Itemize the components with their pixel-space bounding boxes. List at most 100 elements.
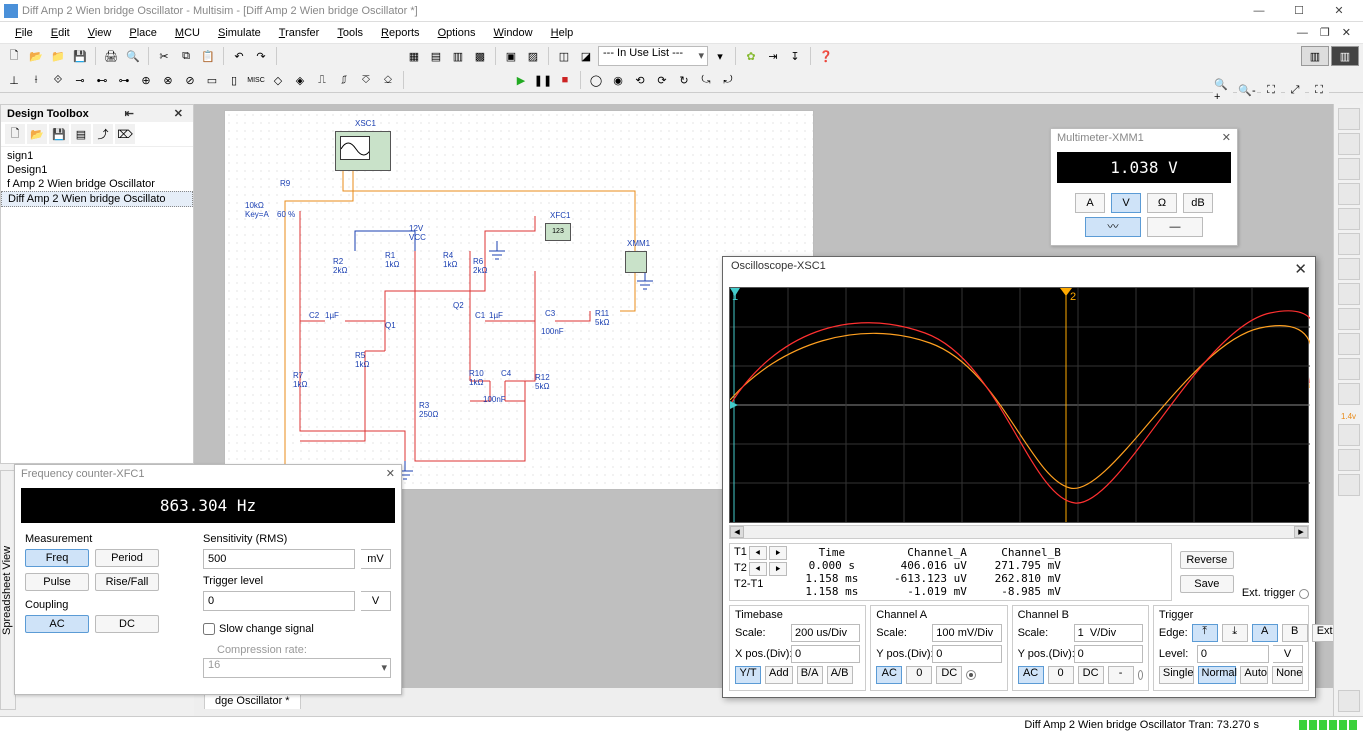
help-icon[interactable]: ❓: [816, 46, 836, 66]
save-icon[interactable]: 💾: [70, 46, 90, 66]
zoom-out-icon[interactable]: 🔍-: [1237, 80, 1257, 100]
combo-go-icon[interactable]: ▾: [710, 46, 730, 66]
cut-icon[interactable]: ✂: [154, 46, 174, 66]
bw-icon[interactable]: ▥: [1301, 46, 1329, 66]
step7-icon[interactable]: ⤾: [718, 70, 738, 90]
trig-input[interactable]: [203, 591, 355, 611]
comp10-icon[interactable]: ▭: [202, 70, 222, 90]
toolbox-pin-icon[interactable]: ⇤: [121, 107, 138, 120]
instr13-icon[interactable]: [1338, 424, 1360, 446]
instr8-icon[interactable]: [1338, 283, 1360, 305]
t2-right-icon[interactable]: ⯈: [769, 562, 787, 576]
period-button[interactable]: Period: [95, 549, 159, 567]
cb-ac-button[interactable]: AC: [1018, 666, 1044, 684]
edge-fall-icon[interactable]: ⤓: [1222, 624, 1248, 642]
comp8-icon[interactable]: ⊗: [158, 70, 178, 90]
scroll-right-icon[interactable]: ▸: [1294, 526, 1308, 538]
tb-up-icon[interactable]: ⤴: [93, 124, 113, 144]
single-button[interactable]: Single: [1159, 666, 1194, 684]
ca-scale-input[interactable]: [932, 624, 1001, 642]
grp4-icon[interactable]: ▩: [470, 46, 490, 66]
mdi-close[interactable]: ✕: [1336, 26, 1357, 39]
grp3-icon[interactable]: ▥: [448, 46, 468, 66]
instr4-icon[interactable]: [1338, 183, 1360, 205]
trig-level-input[interactable]: [1197, 645, 1269, 663]
pause-icon[interactable]: ❚❚: [533, 70, 553, 90]
dark-icon[interactable]: ▥: [1331, 46, 1359, 66]
grp5-icon[interactable]: ▣: [501, 46, 521, 66]
comp4-icon[interactable]: ⊸: [70, 70, 90, 90]
open-icon[interactable]: 📂: [26, 46, 46, 66]
instr10-icon[interactable]: [1338, 333, 1360, 355]
comp6-icon[interactable]: ⊶: [114, 70, 134, 90]
tb-new-icon[interactable]: 🗋: [5, 124, 25, 144]
scope-scrollbar[interactable]: ◂ ▸: [729, 525, 1309, 539]
normal-button[interactable]: Normal: [1198, 666, 1237, 684]
add-button[interactable]: Add: [765, 666, 793, 684]
risefall-button[interactable]: Rise/Fall: [95, 573, 159, 591]
tb-xpos-input[interactable]: [791, 645, 860, 663]
tb-scale-input[interactable]: [791, 624, 860, 642]
comp16-icon[interactable]: ⎏: [356, 70, 376, 90]
instr3-icon[interactable]: [1338, 158, 1360, 180]
instr7-icon[interactable]: [1338, 258, 1360, 280]
comp3-icon[interactable]: ⟐: [48, 70, 68, 90]
open2-icon[interactable]: 📁: [48, 46, 68, 66]
scope-screen[interactable]: 1 2: [729, 287, 1309, 523]
none-button[interactable]: None: [1272, 666, 1303, 684]
xmm1-symbol[interactable]: [625, 251, 647, 273]
instr-bottom-icon[interactable]: [1338, 690, 1360, 712]
ba-button[interactable]: B/A: [797, 666, 823, 684]
comp9-icon[interactable]: ⊘: [180, 70, 200, 90]
undo-icon[interactable]: ↶: [229, 46, 249, 66]
cb-radio[interactable]: [1138, 670, 1143, 680]
stop-icon[interactable]: ■: [555, 70, 575, 90]
preview-icon[interactable]: 🔍: [123, 46, 143, 66]
menu-help[interactable]: Help: [542, 26, 583, 40]
instr9-icon[interactable]: [1338, 308, 1360, 330]
tool-icon[interactable]: ↧: [785, 46, 805, 66]
ca-ypos-input[interactable]: [932, 645, 1001, 663]
grp1-icon[interactable]: ▦: [404, 46, 424, 66]
tree-item[interactable]: sign1: [1, 149, 193, 163]
tb-open-icon[interactable]: 📂: [27, 124, 47, 144]
instr15-icon[interactable]: [1338, 474, 1360, 496]
slow-check[interactable]: Slow change signal: [203, 623, 314, 635]
step6-icon[interactable]: ⤿: [696, 70, 716, 90]
menu-window[interactable]: Window: [484, 26, 541, 40]
mm-ohm-button[interactable]: Ω: [1147, 193, 1177, 213]
menu-mcu[interactable]: MCU: [166, 26, 209, 40]
step3-icon[interactable]: ⟲: [630, 70, 650, 90]
dc-button[interactable]: DC: [95, 615, 159, 633]
menu-options[interactable]: Options: [429, 26, 485, 40]
scroll-left-icon[interactable]: ◂: [730, 526, 744, 538]
reverse-button[interactable]: Reverse: [1180, 551, 1234, 569]
print-icon[interactable]: 🖨: [101, 46, 121, 66]
maximize-button[interactable]: ☐: [1279, 4, 1319, 17]
step2-icon[interactable]: ◉: [608, 70, 628, 90]
close-button[interactable]: ✕: [1319, 4, 1359, 17]
inuse-combo[interactable]: --- In Use List ---: [598, 46, 708, 66]
menu-file[interactable]: File: [6, 26, 42, 40]
grp7-icon[interactable]: ◫: [554, 46, 574, 66]
instr11-icon[interactable]: [1338, 358, 1360, 380]
instr14-icon[interactable]: [1338, 449, 1360, 471]
zoom-fit-icon[interactable]: ⤢: [1285, 80, 1305, 100]
menu-view[interactable]: View: [79, 26, 121, 40]
tb-sheet-icon[interactable]: ▤: [71, 124, 91, 144]
comp15-icon[interactable]: ⎎: [334, 70, 354, 90]
minimize-button[interactable]: —: [1239, 5, 1279, 17]
multimeter-window[interactable]: Multimeter-XMM1 ✕ 1.038 V A V Ω dB 〰 —: [1050, 128, 1238, 246]
freq-close-icon[interactable]: ✕: [386, 467, 395, 480]
tb-del-icon[interactable]: ⌦: [115, 124, 135, 144]
trig-a-button[interactable]: A: [1252, 624, 1278, 642]
grp2-icon[interactable]: ▤: [426, 46, 446, 66]
save-button[interactable]: Save: [1180, 575, 1234, 593]
comp11-icon[interactable]: ▯: [224, 70, 244, 90]
t1-left-icon[interactable]: ⯇: [749, 546, 767, 560]
freqcounter-window[interactable]: Frequency counter-XFC1 ✕ 863.304 Hz Meas…: [14, 464, 402, 695]
tree-item-active[interactable]: Diff Amp 2 Wien bridge Oscillato: [1, 191, 193, 207]
comp1-icon[interactable]: ⊥: [4, 70, 24, 90]
ca-0-button[interactable]: 0: [906, 666, 932, 684]
comp17-icon[interactable]: ⎐: [378, 70, 398, 90]
